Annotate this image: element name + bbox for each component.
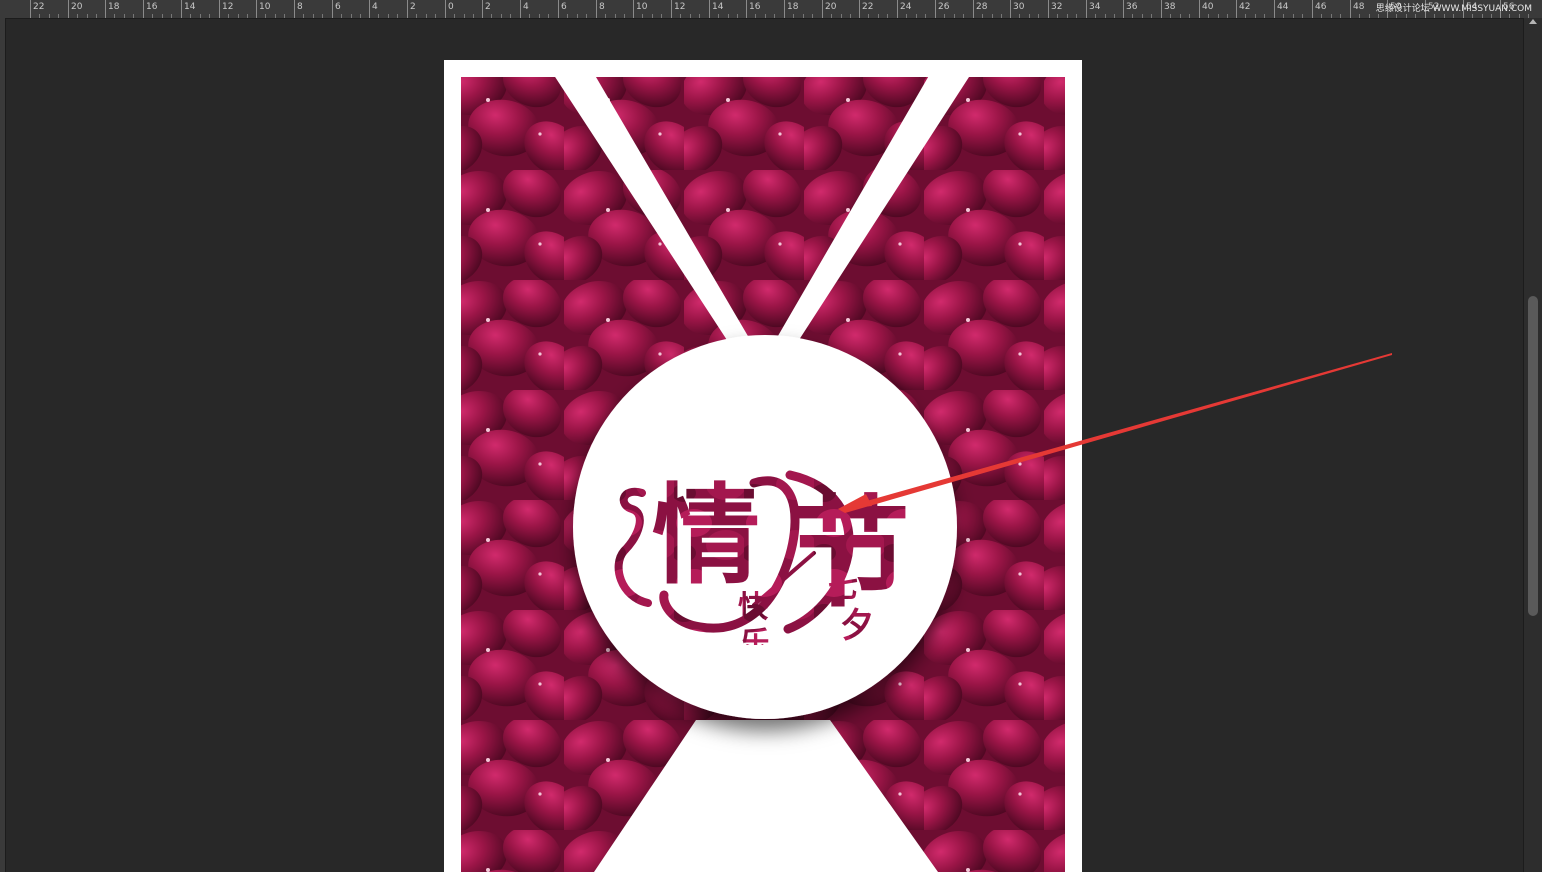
annotation-arrow [838,353,1392,513]
